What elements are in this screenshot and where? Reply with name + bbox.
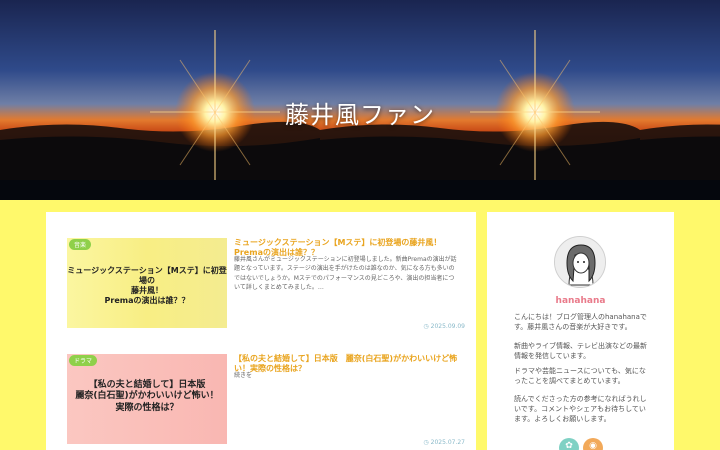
feedly-icon: ✿	[565, 441, 573, 450]
post-date-text: 2025.07.27	[430, 439, 465, 446]
feedly-button[interactable]: ✿	[559, 438, 579, 450]
author-profile-sidebar: hanahana こんにちは！ブログ管理人のhanahanaです。藤井風さんの音…	[487, 212, 674, 450]
thumbnail-caption: ミュージックステーション【Mステ】に初登場の 藤井風！ Premaの演出は誰？？	[67, 266, 227, 305]
clock-icon: ◷	[423, 439, 429, 446]
post-excerpt: 藤井風さんがミュージックステーションに初登場しました。新曲Premaの演出が話題…	[234, 256, 457, 291]
post-thumbnail[interactable]: ドラマ 【私の夫と結婚して】日本版 麗奈(白石聖)がかわいいけど怖い！ 実際の性…	[67, 354, 227, 444]
header-banner: 藤井風ファン	[0, 0, 720, 200]
post-thumbnail[interactable]: 音楽 ミュージックステーション【Mステ】に初登場の 藤井風！ Premaの演出は…	[67, 238, 227, 328]
category-badge[interactable]: ドラマ	[69, 355, 98, 366]
author-name: hanahana	[555, 296, 606, 306]
header-bottom-strip	[0, 180, 720, 200]
author-bio-paragraph: こんにちは！ブログ管理人のhanahanaです。藤井風さんの音楽が大好きです。	[514, 313, 647, 331]
post-date: ◷ 2025.09.09	[423, 323, 465, 330]
clock-icon: ◷	[423, 323, 429, 330]
post-list: 音楽 ミュージックステーション【Mステ】に初登場の 藤井風！ Premaの演出は…	[46, 212, 476, 450]
avatar-illustration	[555, 237, 605, 287]
author-bio-paragraph: ドラマや芸能ニュースについても、気になったことを調べてまとめています。	[514, 367, 646, 385]
category-badge[interactable]: 音楽	[69, 239, 92, 250]
thumbnail-caption: 【私の夫と結婚して】日本版 麗奈(白石聖)がかわいいけど怖い！ 実際の性格は？	[75, 380, 219, 413]
avatar	[554, 236, 606, 288]
author-bio-paragraph: 新曲やライブ情報、テレビ出演などの最新情報を発信しています。	[514, 342, 647, 360]
rss-button[interactable]: ◉	[583, 438, 603, 450]
author-bio-paragraph: 読んでくださった方の参考になればうれしいです。コメントやシェアもお待ちしています…	[514, 395, 647, 423]
site-title[interactable]: 藤井風ファン	[0, 95, 720, 130]
rss-icon: ◉	[589, 441, 597, 450]
post-excerpt: 続きを	[234, 372, 253, 379]
post-card[interactable]: ドラマ 【私の夫と結婚して】日本版 麗奈(白石聖)がかわいいけど怖い！ 実際の性…	[67, 354, 467, 450]
post-date-text: 2025.09.09	[430, 323, 465, 330]
post-card[interactable]: 音楽 ミュージックステーション【Mステ】に初登場の 藤井風！ Premaの演出は…	[67, 238, 467, 334]
post-date: ◷ 2025.07.27	[423, 439, 465, 446]
